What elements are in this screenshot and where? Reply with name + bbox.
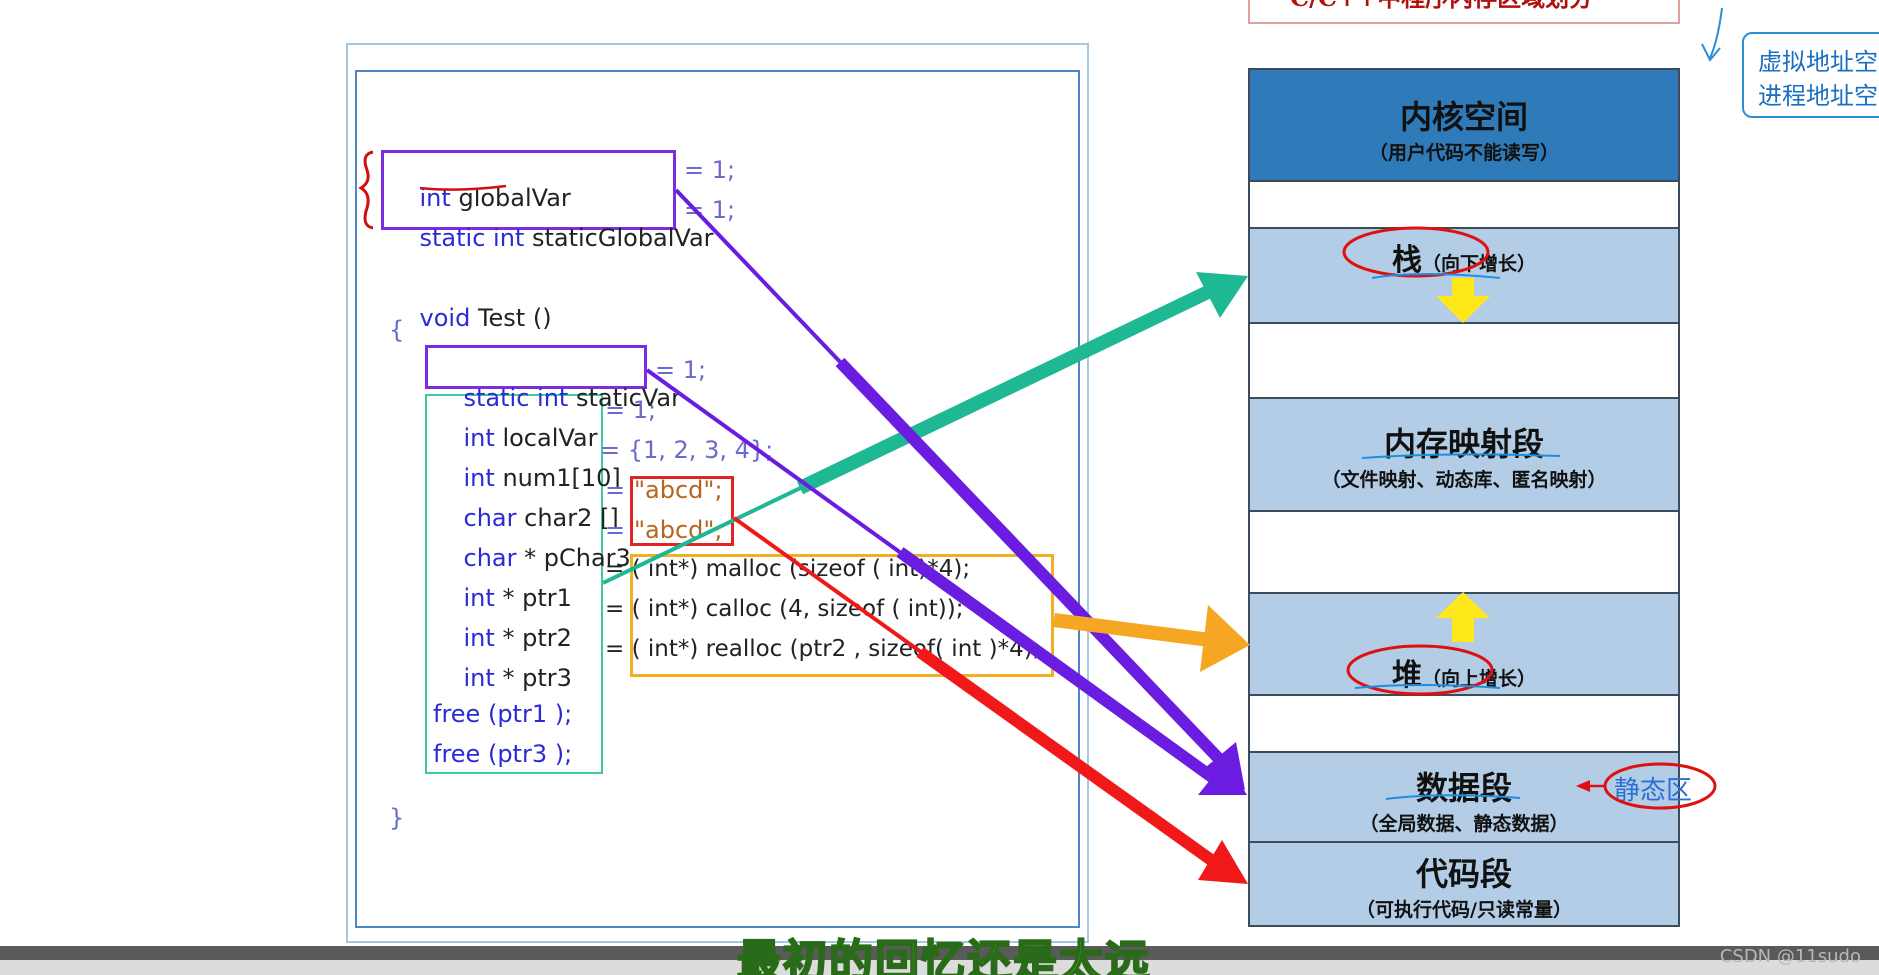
- arrows-overlay: [602, 7, 1723, 884]
- purple-arrow-globals: [674, 188, 1245, 790]
- stack-circle-annotation: [1342, 226, 1490, 278]
- static-area-circle: [1603, 762, 1717, 810]
- stack-down-arrow: [1436, 278, 1490, 323]
- heap-up-arrow: [1436, 592, 1490, 642]
- data-underline: [1385, 794, 1521, 800]
- lecture-slide: C/C++中程序内存区域划分 虚拟地址空 进程地址空 int globalVar…: [0, 0, 1879, 975]
- side-note-arrow: [1709, 7, 1723, 59]
- watermark: CSDN @11sudo: [1719, 946, 1861, 967]
- purple-arrow-static: [645, 368, 1247, 795]
- teal-arrow: [602, 272, 1248, 585]
- video-subtitle: 最初的回忆还是太远: [736, 935, 1151, 975]
- mmap-underline: [1361, 453, 1561, 459]
